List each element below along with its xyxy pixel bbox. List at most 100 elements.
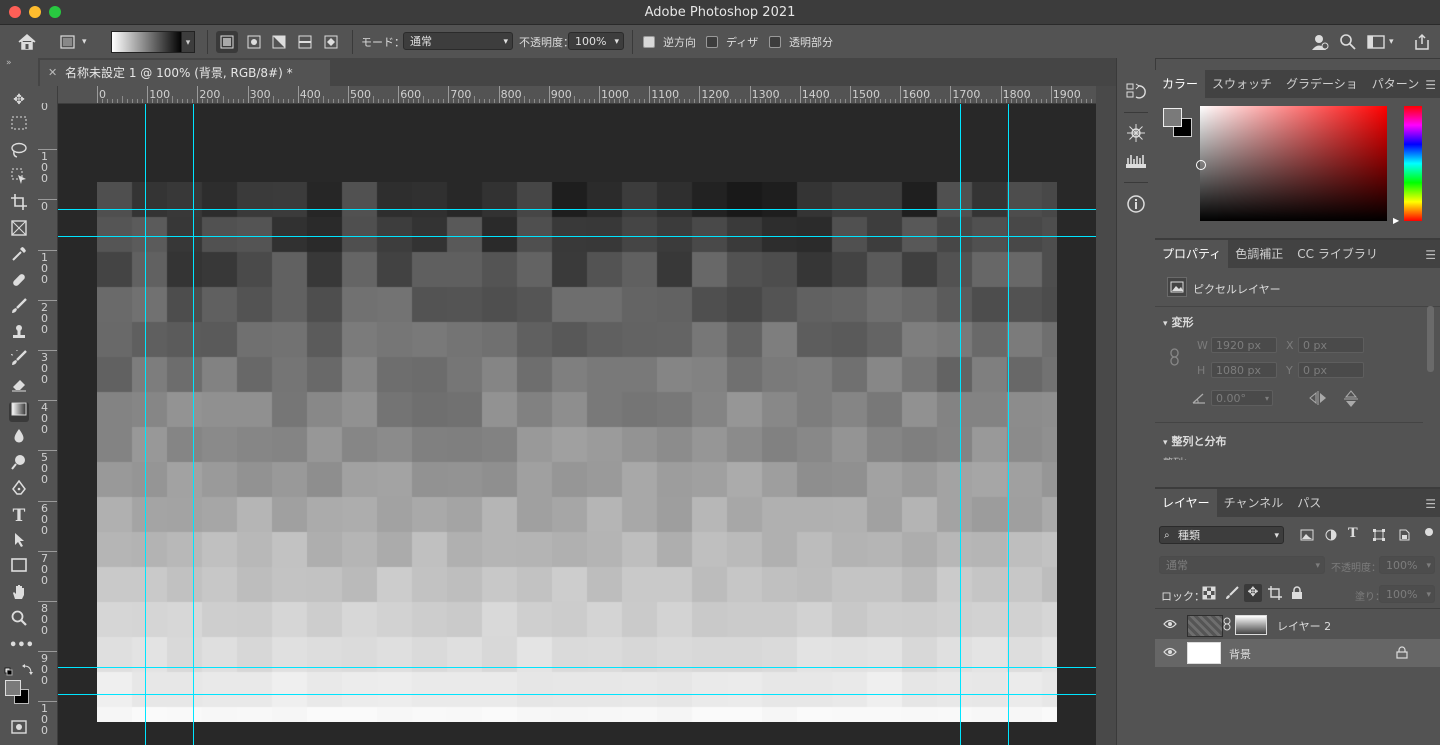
color-picker-cursor[interactable] bbox=[1196, 160, 1206, 170]
diamond-gradient-button[interactable] bbox=[320, 31, 342, 53]
tab-cc-libraries[interactable]: CC ライブラリ bbox=[1290, 240, 1385, 268]
collapse-chevron-icon[interactable]: » bbox=[6, 58, 12, 68]
blend-mode-select[interactable]: 通常 ▾ bbox=[1159, 556, 1325, 574]
share-export-icon[interactable] bbox=[1413, 25, 1431, 58]
layer-row[interactable]: 背景 bbox=[1155, 639, 1440, 667]
clone-stamp-tool-icon[interactable] bbox=[9, 324, 29, 344]
mask-link-icon[interactable] bbox=[1223, 617, 1231, 634]
panel-menu-icon[interactable]: ☰ bbox=[1425, 497, 1436, 511]
transparency-checkbox[interactable]: 透明部分 bbox=[769, 25, 833, 58]
angle-field[interactable]: 0.00° ▾ bbox=[1211, 390, 1273, 406]
layer-filter-select[interactable]: ⌕ 種類 ▾ bbox=[1159, 526, 1284, 544]
tab-channels[interactable]: チャンネル bbox=[1217, 489, 1291, 517]
color-swatches[interactable] bbox=[5, 680, 29, 704]
brushes-panel-icon[interactable] bbox=[1125, 153, 1147, 172]
workspace-icon[interactable]: ▾ bbox=[1367, 25, 1394, 58]
share-person-icon[interactable] bbox=[1311, 25, 1329, 58]
tab-paths[interactable]: パス bbox=[1290, 489, 1328, 517]
vertical-guide[interactable] bbox=[193, 104, 194, 745]
flip-vertical-icon[interactable] bbox=[1343, 390, 1359, 411]
layer-mask-thumbnail[interactable] bbox=[1235, 615, 1267, 635]
type-tool-icon[interactable]: T bbox=[9, 506, 29, 526]
filter-type-icon[interactable]: T bbox=[1348, 526, 1358, 541]
horizontal-guide[interactable] bbox=[58, 667, 1096, 668]
reverse-checkbox[interactable]: 逆方向 bbox=[643, 25, 696, 58]
gradient-picker-chevron-icon[interactable]: ▾ bbox=[181, 31, 195, 53]
x-field[interactable]: 0 px bbox=[1298, 337, 1364, 353]
brush-tool-icon[interactable] bbox=[9, 298, 29, 318]
vertical-guide[interactable] bbox=[1008, 104, 1009, 745]
lock-position-icon[interactable]: ✥ bbox=[1244, 584, 1262, 602]
align-section-header[interactable]: ▾ 整列と分布 bbox=[1163, 433, 1227, 449]
canvas-area[interactable] bbox=[58, 104, 1096, 745]
more-tools-icon[interactable]: ••• bbox=[9, 636, 34, 656]
lasso-tool-icon[interactable] bbox=[9, 142, 29, 162]
filter-smart-object-icon[interactable] bbox=[1398, 529, 1410, 544]
blur-tool-icon[interactable] bbox=[9, 428, 29, 448]
search-icon[interactable] bbox=[1339, 25, 1357, 58]
eraser-tool-icon[interactable] bbox=[9, 376, 29, 396]
home-icon[interactable] bbox=[17, 25, 37, 58]
vertical-scrollbar[interactable] bbox=[1096, 86, 1116, 745]
mode-select[interactable]: 通常 ▾ bbox=[403, 32, 513, 50]
filter-adjustment-icon[interactable] bbox=[1325, 529, 1337, 544]
tab-color[interactable]: カラー bbox=[1155, 70, 1206, 98]
angle-gradient-button[interactable] bbox=[268, 31, 290, 53]
vertical-guide[interactable] bbox=[960, 104, 961, 745]
width-field[interactable]: 1920 px bbox=[1211, 337, 1277, 353]
document-canvas[interactable] bbox=[97, 182, 1057, 722]
foreground-swatch[interactable] bbox=[1163, 108, 1182, 127]
color-panel-swatches[interactable] bbox=[1163, 108, 1195, 140]
tab-layers[interactable]: レイヤー bbox=[1155, 489, 1217, 517]
object-select-tool-icon[interactable] bbox=[9, 168, 29, 188]
filter-shape-icon[interactable] bbox=[1373, 529, 1385, 544]
dodge-tool-icon[interactable] bbox=[9, 454, 29, 474]
horizontal-guide[interactable] bbox=[58, 694, 1096, 695]
layer-row[interactable]: レイヤー 2 bbox=[1155, 611, 1440, 639]
quick-mask-icon[interactable] bbox=[11, 720, 27, 737]
tab-adjustments[interactable]: 色調補正 bbox=[1228, 240, 1290, 268]
layer-name[interactable]: レイヤー 2 bbox=[1277, 618, 1331, 634]
hand-tool-icon[interactable] bbox=[9, 584, 29, 604]
path-select-tool-icon[interactable] bbox=[9, 532, 29, 552]
rectangle-tool-icon[interactable] bbox=[9, 558, 29, 578]
reflected-gradient-button[interactable] bbox=[294, 31, 316, 53]
swap-colors-icon[interactable] bbox=[4, 664, 34, 681]
opacity-field[interactable]: 100% ▾ bbox=[568, 32, 624, 50]
panel-menu-icon[interactable]: ☰ bbox=[1425, 78, 1436, 92]
vertical-guide[interactable] bbox=[145, 104, 146, 745]
horizontal-guide[interactable] bbox=[58, 236, 1096, 237]
layer-name[interactable]: 背景 bbox=[1229, 646, 1251, 662]
linear-gradient-button[interactable] bbox=[216, 31, 238, 53]
fill-field[interactable]: 100% ▾ bbox=[1379, 585, 1435, 603]
radial-gradient-button[interactable] bbox=[243, 31, 265, 53]
y-field[interactable]: 0 px bbox=[1298, 362, 1364, 378]
tab-swatches[interactable]: スウォッチ bbox=[1205, 70, 1279, 98]
healing-brush-tool-icon[interactable] bbox=[9, 272, 29, 292]
lock-artboard-icon[interactable] bbox=[1267, 585, 1283, 604]
close-tab-icon[interactable]: ✕ bbox=[48, 60, 57, 86]
hue-slider[interactable] bbox=[1404, 106, 1422, 221]
horizontal-guide[interactable] bbox=[58, 209, 1096, 210]
gradient-preview[interactable] bbox=[111, 31, 183, 53]
frame-tool-icon[interactable] bbox=[9, 220, 29, 240]
lock-transparent-icon[interactable] bbox=[1202, 586, 1216, 603]
marquee-tool-icon[interactable] bbox=[9, 116, 29, 136]
filter-toggle[interactable] bbox=[1425, 528, 1433, 536]
transform-section-header[interactable]: ▾ 変形 bbox=[1163, 314, 1194, 330]
lock-all-icon[interactable] bbox=[1291, 586, 1303, 603]
crop-tool-icon[interactable] bbox=[9, 194, 29, 214]
horizontal-ruler[interactable]: 0 100 200 300 400 500 600 700 800 900 1000 1100 1200… bbox=[38, 86, 1096, 104]
tab-patterns[interactable]: パターン bbox=[1365, 70, 1426, 98]
filter-pixel-icon[interactable] bbox=[1300, 529, 1314, 544]
info-panel-icon[interactable] bbox=[1126, 194, 1146, 217]
layer-opacity-field[interactable]: 100% ▾ bbox=[1379, 556, 1435, 574]
move-tool-icon[interactable]: ✥ bbox=[9, 90, 29, 110]
eyedropper-tool-icon[interactable] bbox=[9, 246, 29, 266]
dither-checkbox[interactable]: ディザ bbox=[706, 25, 758, 58]
panel-menu-icon[interactable]: ☰ bbox=[1425, 248, 1436, 262]
gradient-tool-icon[interactable] bbox=[9, 402, 29, 422]
foreground-color-swatch[interactable] bbox=[5, 680, 21, 696]
ruler-origin[interactable] bbox=[38, 86, 58, 104]
visibility-eye-icon[interactable] bbox=[1163, 647, 1177, 660]
